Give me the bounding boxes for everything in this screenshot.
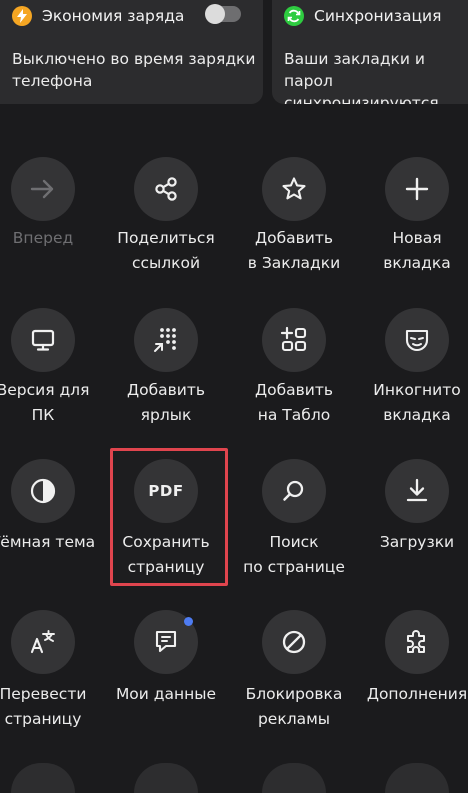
menu-item-downloads-label: Загрузки (379, 533, 455, 551)
translate-icon (11, 610, 75, 674)
menu-item-partial-4[interactable] (385, 763, 449, 793)
sync-icon (284, 6, 304, 26)
menu-item-my-data-label: Мои данные (115, 685, 217, 703)
mask-icon (385, 308, 449, 372)
battery-saver-title: Экономия заряда (42, 7, 185, 25)
menu-item-partial-2[interactable] (134, 763, 198, 793)
menu-item-find-label: Поиск по странице (243, 533, 345, 576)
tablo-grid-icon (262, 308, 326, 372)
menu-item-tablo-label: Добавить на Табло (254, 381, 334, 424)
notification-dot (184, 617, 193, 626)
battery-saver-toggle[interactable] (205, 4, 241, 24)
pdf-icon-text: PDF (148, 482, 184, 500)
share-icon (134, 157, 198, 221)
menu-item-adblock-label: Блокировка рекламы (245, 685, 343, 728)
half-circle-icon (11, 459, 75, 523)
menu-item-partial-1[interactable] (11, 763, 75, 793)
puzzle-icon (385, 610, 449, 674)
toggle-knob (205, 4, 225, 24)
menu-item-shortcut-label: Добавить ярлык (126, 381, 206, 424)
battery-saver-card[interactable]: Экономия заряда Выключено во время заряд… (0, 0, 263, 104)
sync-title: Синхронизация (314, 7, 442, 25)
shortcut-grid-icon (134, 308, 198, 372)
lightning-icon (12, 6, 32, 26)
sync-card[interactable]: Синхронизация Ваши закладки и парол синх… (272, 0, 468, 104)
download-icon (385, 459, 449, 523)
arrow-right-icon (11, 157, 75, 221)
menu-item-partial-3[interactable] (262, 763, 326, 793)
menu-item-share-label: Поделиться ссылкой (117, 229, 215, 272)
star-icon (262, 157, 326, 221)
pdf-icon: PDF (134, 459, 198, 523)
menu-item-bookmark-label: Добавить в Закладки (247, 229, 341, 272)
menu-item-new-tab-label: Новая вкладка (383, 229, 451, 272)
sync-description: Ваши закладки и парол синхронизируются (284, 50, 439, 104)
menu-item-incognito-label: Инкогнито вкладка (373, 381, 461, 424)
battery-saver-description: Выключено во время зарядки телефона (12, 50, 256, 90)
plus-icon (385, 157, 449, 221)
menu-item-save-page-label: Сохранить страницу (122, 533, 210, 576)
search-icon (262, 459, 326, 523)
monitor-icon (11, 308, 75, 372)
menu-item-extensions-label: Дополнения (366, 685, 468, 703)
block-icon (262, 610, 326, 674)
